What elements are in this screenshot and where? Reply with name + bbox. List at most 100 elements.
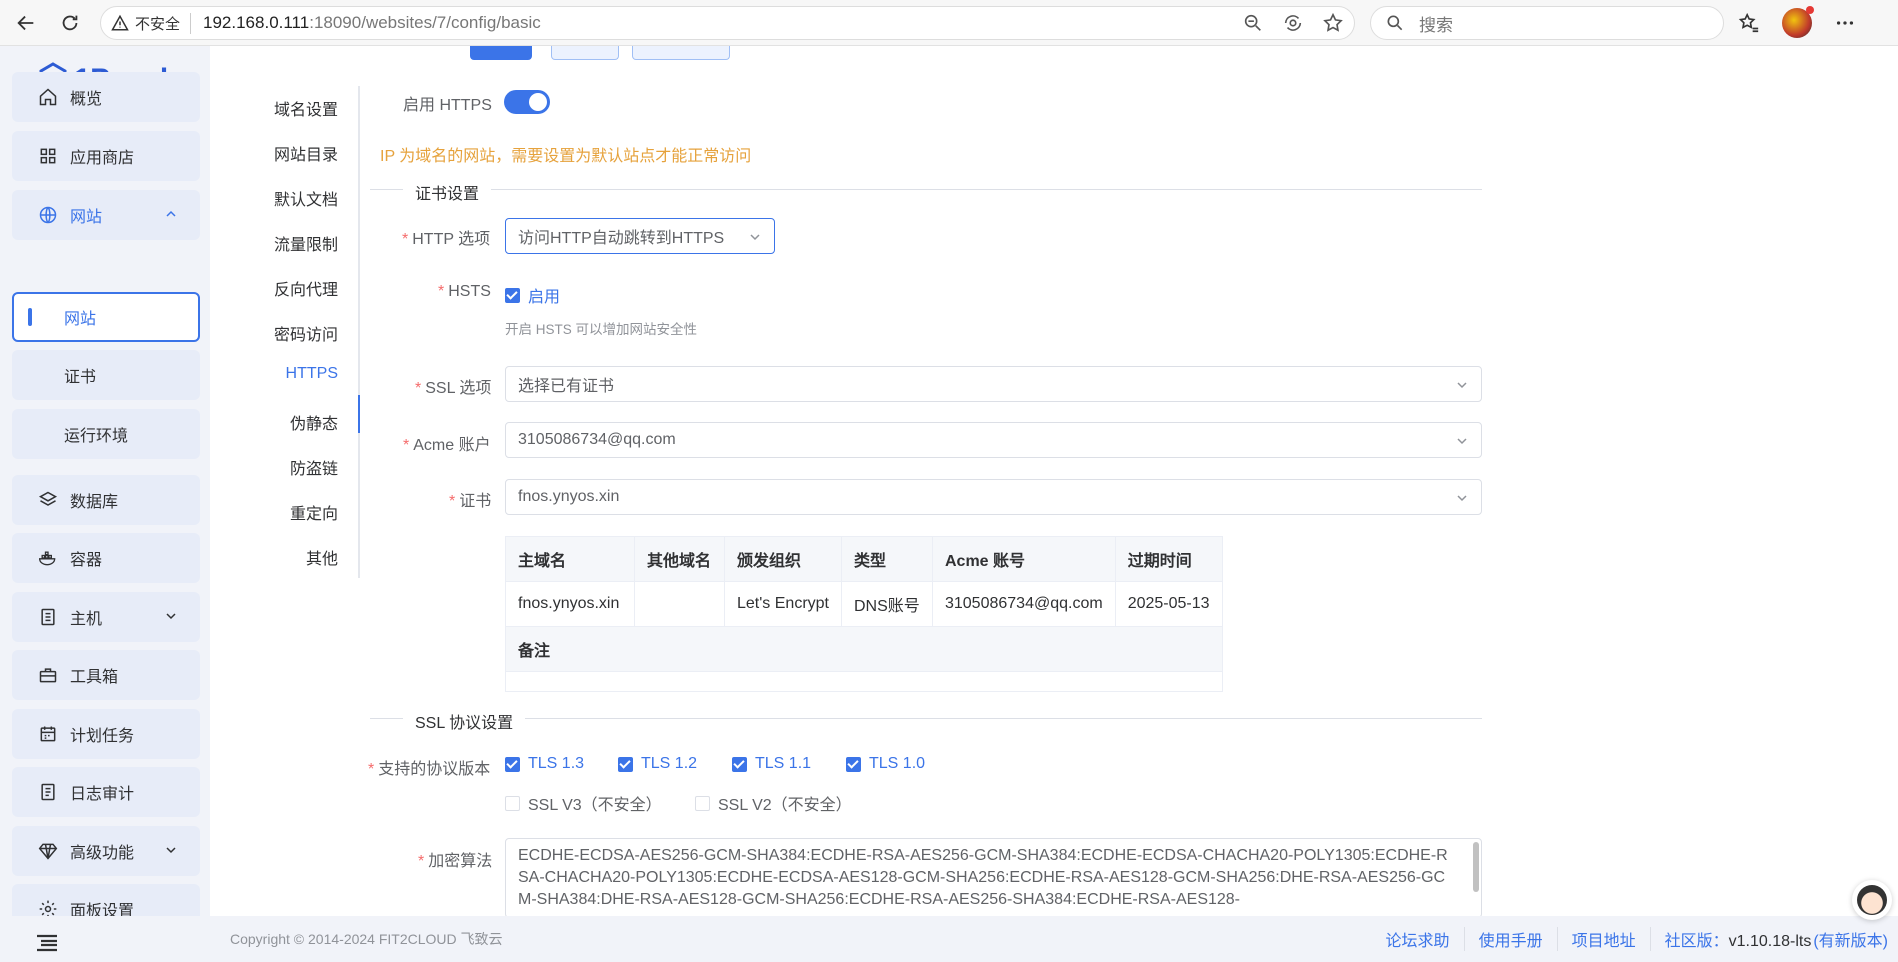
back-icon[interactable] [6,3,46,43]
table-header: 主域名 [505,536,635,582]
anchor-https[interactable]: HTTPS [286,365,338,383]
menu-database[interactable]: 数据库 [12,475,200,525]
cert-select[interactable]: fnos.ynyos.xin [505,479,1482,515]
toolbox-icon [39,668,57,683]
checkbox-checked-icon [505,287,520,303]
translate-icon[interactable] [1282,12,1304,34]
tls10-checkbox[interactable]: TLS 1.0 [846,755,925,773]
anchor-default-doc[interactable]: 默认文档 [274,186,338,210]
menu-log-audit[interactable]: 日志审计 [12,767,200,817]
menu-website[interactable]: 网站 [12,190,200,240]
log-icon [41,783,55,801]
anchor-other[interactable]: 其他 [306,545,338,569]
anchor-domain[interactable]: 域名设置 [274,96,338,120]
ip-warning: IP 为域名的网站，需要设置为默认站点才能正常访问 [380,148,752,165]
sslv2-checkbox[interactable]: SSL V2（不安全） [695,791,852,815]
config-anchor-nav: 域名设置 网站目录 默认文档 流量限制 反向代理 密码访问 HTTPS 伪静态 … [260,86,360,578]
submenu-website[interactable]: 网站 [12,292,200,342]
table-cell: 2025-05-13 [1114,581,1223,627]
profile-avatar[interactable] [1782,6,1814,38]
edition-label: 社区版： [1664,933,1729,950]
url-text[interactable]: 192.168.0.111:18090/websites/7/config/ba… [203,13,541,33]
top-secondary-button[interactable] [551,46,619,60]
chevron-down-icon [1457,438,1467,445]
submenu-label: 运行环境 [64,428,129,445]
menu-label: 面板设置 [70,903,135,916]
more-icon[interactable] [1834,12,1856,34]
browser-search[interactable]: 搜索 [1370,6,1724,40]
tls13-checkbox[interactable]: TLS 1.3 [505,755,584,773]
copyright: Copyright © 2014-2024 FIT2CLOUD 飞致云 [230,931,503,947]
acme-label-text: Acme 账户 [413,437,491,454]
chevron-down-icon [1457,382,1467,389]
assistant-avatar-icon[interactable] [1852,880,1892,920]
submenu-label: 网站 [64,311,97,328]
top-secondary-button[interactable] [632,46,730,60]
cert-detail-table: 主域名 其他域名 颁发组织 类型 Acme 账号 过期时间 fnos.ynyos… [505,536,1223,692]
chevron-down-icon [1457,495,1467,502]
security-indicator[interactable]: 不安全 [111,12,192,34]
anchor-password-access[interactable]: 密码访问 [274,321,338,345]
http-option-select[interactable]: 访问HTTP自动跳转到HTTPS [505,218,775,254]
favorites-icon[interactable] [1738,12,1760,34]
menu-collapse-icon[interactable] [36,934,58,952]
cipher-textarea[interactable]: ECDHE-ECDSA-AES256-GCM-SHA384:ECDHE-RSA-… [505,838,1482,918]
menu-advanced[interactable]: 高级功能 [12,826,200,876]
reload-icon[interactable] [50,3,90,43]
menu-label: 主机 [70,611,103,628]
textarea-scrollbar[interactable] [1473,842,1479,892]
menu-label: 高级功能 [70,845,135,862]
acme-value: 3105086734@qq.com [518,431,676,448]
submenu-runtime[interactable]: 运行环境 [12,409,200,459]
anchor-reverse-proxy[interactable]: 反向代理 [274,276,338,300]
anchor-site-dir[interactable]: 网站目录 [274,141,338,165]
sslv3-checkbox[interactable]: SSL V3（不安全） [505,791,662,815]
table-row: fnos.ynyos.xin Let's Encrypt DNS账号 31050… [505,581,1223,627]
ssl-option-value: 选择已有证书 [518,378,615,395]
tls13-label: TLS 1.3 [528,755,585,772]
table-remark-value-row [505,671,1223,692]
menu-toolbox[interactable]: 工具箱 [12,650,200,700]
anchor-redirect[interactable]: 重定向 [290,500,338,524]
protocol-label: * 支持的协议版本 [368,761,491,778]
tls12-checkbox[interactable]: TLS 1.2 [618,755,697,773]
menu-host[interactable]: 主机 [12,592,200,642]
table-header: 备注 [505,626,1223,672]
https-switch[interactable] [504,90,550,114]
menu-settings[interactable]: 面板设置 [12,884,200,916]
star-icon[interactable] [1322,12,1344,34]
submenu-certificate[interactable]: 证书 [12,350,200,400]
protocol-label-text: 支持的协议版本 [378,761,491,778]
menu-label: 容器 [70,552,103,569]
manual-link[interactable]: 使用手册 [1465,927,1558,951]
table-header-row: 主域名 其他域名 颁发组织 类型 Acme 账号 过期时间 [505,536,1223,582]
zoom-out-icon[interactable] [1242,12,1264,34]
menu-app-store[interactable]: 应用商店 [12,131,200,181]
menu-cron[interactable]: 计划任务 [12,709,200,759]
forum-link[interactable]: 论坛求助 [1372,927,1465,951]
table-header: Acme 账号 [931,536,1116,582]
ssl-option-label-text: SSL 选项 [425,380,492,397]
anchor-hotlink[interactable]: 防盗链 [290,455,338,479]
tls11-checkbox[interactable]: TLS 1.1 [732,755,811,773]
ssl-option-select[interactable]: 选择已有证书 [505,366,1482,402]
project-link[interactable]: 项目地址 [1558,927,1651,951]
section-title-cert: 证书设置 [403,180,492,204]
menu-container[interactable]: 容器 [12,533,200,583]
menu-overview[interactable]: 概览 [12,72,200,122]
checkbox-checked-icon [846,756,861,772]
table-cell: DNS账号 [840,581,933,627]
chevron-up-icon [166,210,176,217]
acme-select[interactable]: 3105086734@qq.com [505,422,1482,458]
new-version-link[interactable]: (有新版本) [1813,927,1888,951]
address-bar[interactable]: 不安全 192.168.0.111:18090/websites/7/confi… [100,6,1355,40]
top-primary-button[interactable] [470,46,532,60]
table-cell: fnos.ynyos.xin [505,581,635,627]
anchor-rewrite[interactable]: 伪静态 [290,410,338,434]
hsts-hint: 开启 HSTS 可以增加网站安全性 [505,322,698,337]
warning-icon [111,14,129,31]
anchor-rate-limit[interactable]: 流量限制 [274,231,338,255]
chevron-down-icon [750,234,760,241]
table-cell [634,581,725,627]
hsts-checkbox[interactable]: 启用 [505,283,560,307]
